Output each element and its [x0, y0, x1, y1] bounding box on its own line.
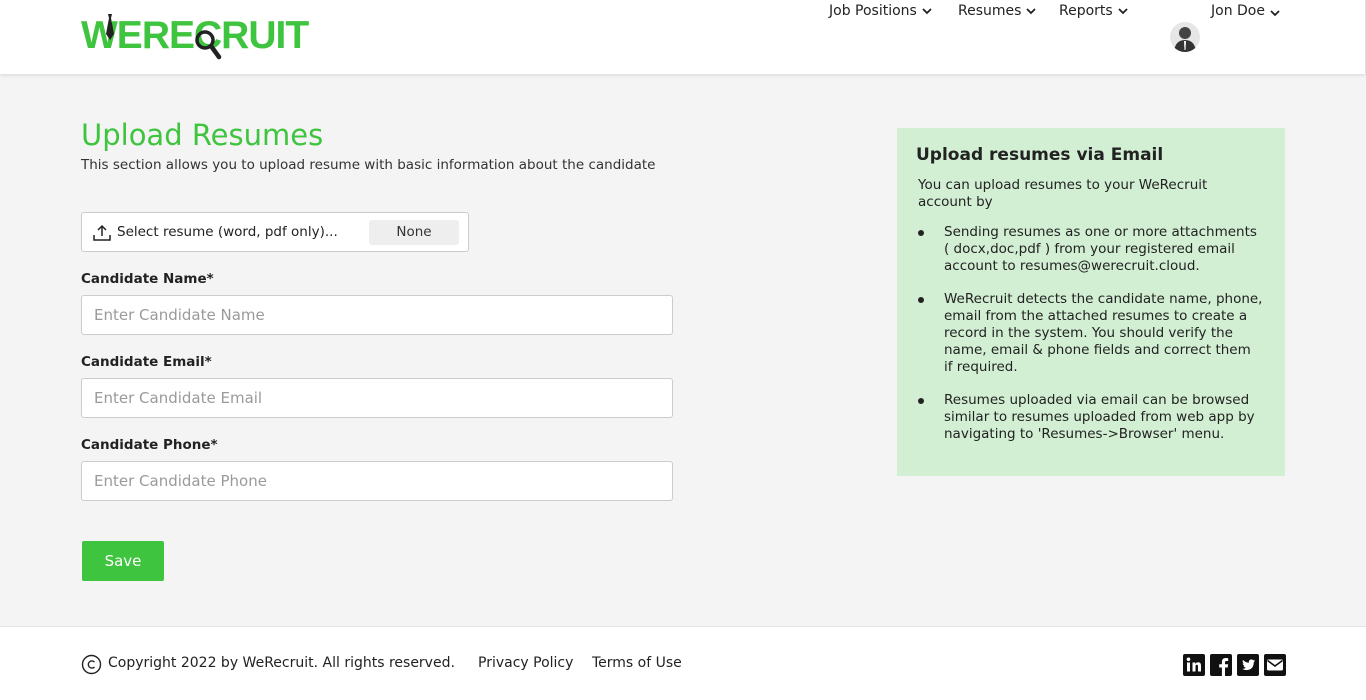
tie-icon: [106, 14, 114, 40]
upload-icon: [93, 224, 111, 241]
page-footer: Copyright 2022 by WeRecruit. All rights …: [0, 626, 1366, 700]
page-subtitle: This section allows you to upload resume…: [81, 157, 656, 173]
bullet-dot-icon: [918, 230, 924, 236]
person-icon: [1174, 27, 1196, 52]
copyright-icon: [81, 654, 102, 675]
terms-of-use-link[interactable]: Terms of Use: [592, 655, 682, 671]
page-title: Upload Resumes: [81, 118, 324, 152]
logo-recruit: RECRUIT: [141, 14, 309, 57]
resume-file-picker[interactable]: Select resume (word, pdf only)... None: [81, 212, 469, 252]
info-bullet-text: Resumes uploaded via email can be browse…: [944, 392, 1255, 442]
info-bullet-text: Sending resumes as one or more attachmen…: [944, 224, 1257, 274]
file-picker-status: None: [369, 220, 459, 245]
save-button[interactable]: Save: [82, 541, 164, 581]
email-icon[interactable]: [1264, 654, 1286, 676]
privacy-policy-link[interactable]: Privacy Policy: [478, 655, 573, 671]
info-bullet: Resumes uploaded via email can be browse…: [918, 392, 1263, 443]
chevron-down-icon: [1270, 9, 1280, 16]
info-title: Upload resumes via Email: [916, 145, 1164, 165]
nav-reports-label: Reports: [1059, 3, 1113, 19]
bullet-dot-icon: [918, 297, 924, 303]
candidate-name-input[interactable]: [81, 295, 673, 335]
nav-reports[interactable]: Reports: [1059, 0, 1129, 22]
user-avatar[interactable]: [1170, 22, 1200, 52]
nav-resumes[interactable]: Resumes: [958, 0, 1037, 22]
twitter-icon[interactable]: [1237, 654, 1259, 676]
candidate-phone-input[interactable]: [81, 461, 673, 501]
email-upload-info-panel: Upload resumes via Email You can upload …: [897, 128, 1285, 476]
info-bullet: WeRecruit detects the candidate name, ph…: [918, 291, 1263, 376]
user-name: Jon Doe: [1211, 3, 1265, 19]
candidate-email-input[interactable]: [81, 378, 673, 418]
facebook-icon[interactable]: [1210, 654, 1232, 676]
werecruit-logo[interactable]: WERECRUIT: [81, 12, 309, 62]
info-bullet-list: Sending resumes as one or more attachmen…: [918, 224, 1263, 459]
linkedin-icon[interactable]: [1183, 654, 1205, 676]
chevron-down-icon: [922, 8, 932, 15]
user-menu[interactable]: Jon Doe: [1211, 0, 1281, 22]
candidate-name-label: Candidate Name*: [81, 271, 214, 287]
candidate-email-label: Candidate Email*: [81, 354, 212, 370]
chevron-down-icon: [1026, 8, 1037, 15]
nav-job-positions-label: Job Positions: [829, 3, 917, 19]
nav-resumes-label: Resumes: [958, 3, 1022, 19]
info-bullet: Sending resumes as one or more attachmen…: [918, 224, 1263, 275]
copyright-text: Copyright 2022 by WeRecruit. All rights …: [108, 655, 455, 671]
candidate-phone-label: Candidate Phone*: [81, 437, 218, 453]
info-bullet-text: WeRecruit detects the candidate name, ph…: [944, 291, 1263, 375]
nav-job-positions[interactable]: Job Positions: [829, 0, 933, 22]
info-intro: You can upload resumes to your WeRecruit…: [918, 177, 1208, 210]
chevron-down-icon: [1118, 8, 1128, 15]
bullet-dot-icon: [918, 398, 924, 404]
top-header: WERECRUIT Job Positions Resumes Reports: [0, 0, 1366, 74]
magnifier-icon: [195, 30, 222, 60]
file-picker-label: Select resume (word, pdf only)...: [117, 224, 338, 240]
